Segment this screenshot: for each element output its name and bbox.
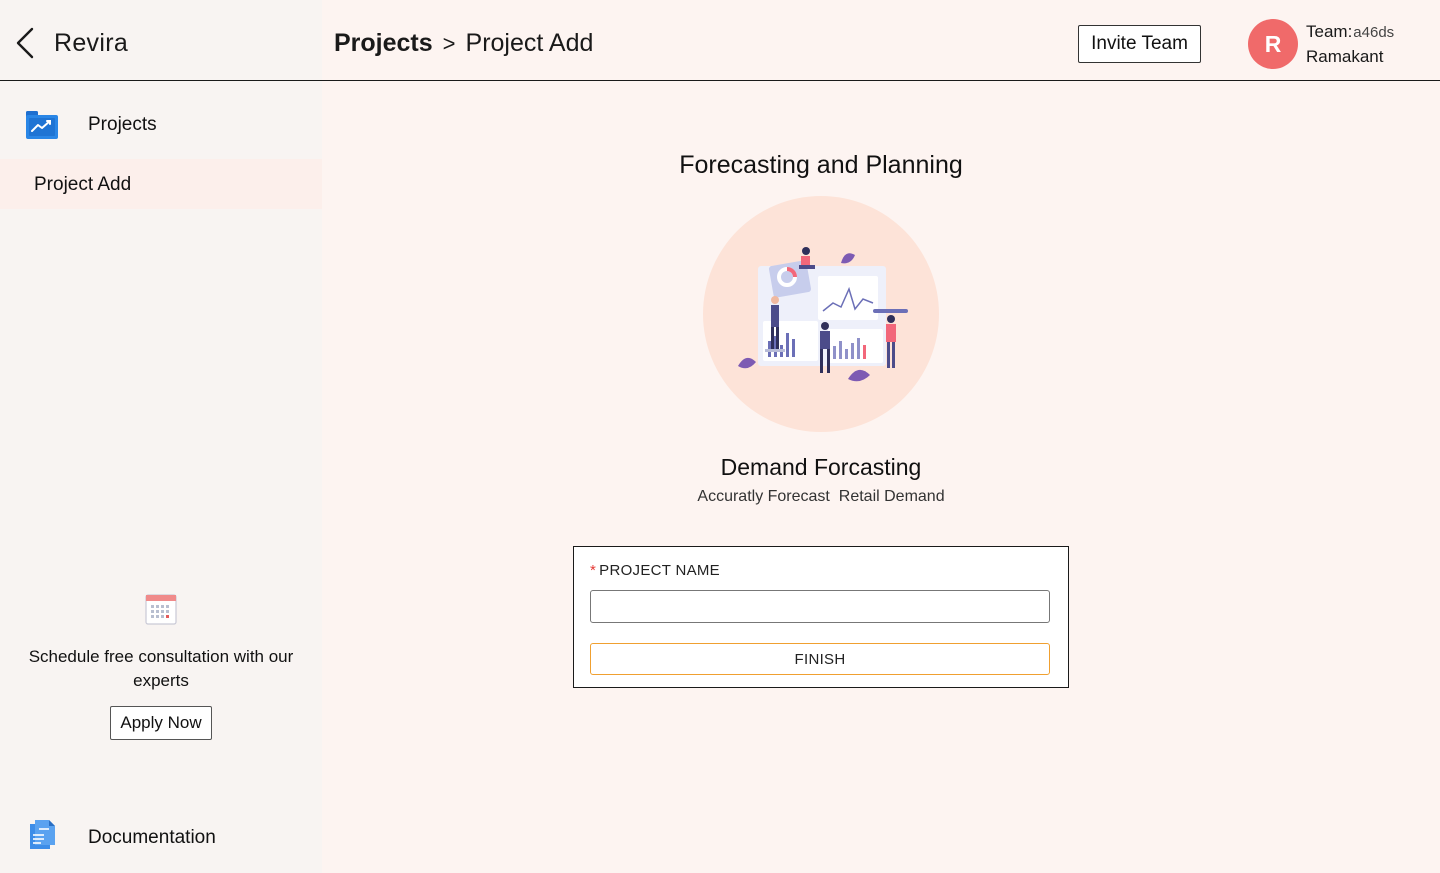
finish-button[interactable]: FINISH: [590, 643, 1050, 675]
avatar[interactable]: R: [1248, 19, 1298, 69]
apply-now-button[interactable]: Apply Now: [110, 706, 212, 740]
team-info: Team: a46ds Ramakant: [1306, 22, 1394, 67]
sidebar-item-label: Project Add: [34, 174, 132, 195]
project-name-input[interactable]: [590, 590, 1050, 623]
header-brand-area: Revira: [0, 0, 322, 80]
page-title: Forecasting and Planning: [679, 151, 963, 179]
card-title: Demand Forcasting: [720, 454, 922, 480]
breadcrumb-separator: >: [442, 30, 456, 56]
forecast-illustration: [703, 196, 939, 432]
calendar-icon: [145, 594, 177, 625]
document-icon: [30, 820, 55, 849]
team-line: Team: a46ds: [1306, 22, 1394, 42]
top-header: Revira Projects > Project Add Invite Tea…: [0, 0, 1440, 81]
sidebar-item-label: Projects: [88, 114, 157, 135]
consultation-text: Schedule free consultation with our expe…: [28, 647, 294, 690]
sidebar-item-label: Documentation: [88, 827, 216, 848]
invite-team-button[interactable]: Invite Team: [1078, 25, 1201, 63]
team-value: a46ds: [1353, 24, 1395, 41]
app-brand: Revira: [54, 29, 129, 57]
user-name: Ramakant: [1306, 47, 1384, 66]
back-button[interactable]: [12, 26, 42, 60]
breadcrumb: Projects > Project Add: [334, 29, 593, 58]
team-label: Team:: [1306, 22, 1353, 41]
team-analytics-illustration: [738, 247, 908, 382]
sidebar: Projects Project Add Schedule free consu…: [0, 81, 322, 873]
sidebar-item-project-add[interactable]: Project Add: [0, 159, 322, 209]
chevron-left-icon: [16, 27, 34, 59]
project-form: * PROJECT NAME FINISH: [573, 546, 1069, 688]
sidebar-item-projects[interactable]: Projects: [0, 81, 322, 159]
breadcrumb-current: Project Add: [465, 29, 594, 57]
card-subtitle: Accuratly Forecast Retail Demand: [697, 488, 945, 505]
required-mark: *: [590, 562, 597, 579]
chart-folder-icon: [26, 111, 58, 139]
breadcrumb-projects-link[interactable]: Projects: [334, 29, 433, 58]
sidebar-item-documentation[interactable]: Documentation: [0, 813, 322, 863]
consultation-panel: Schedule free consultation with our expe…: [0, 593, 322, 740]
project-name-label-text: PROJECT NAME: [599, 562, 720, 579]
project-name-label: * PROJECT NAME: [590, 562, 720, 579]
